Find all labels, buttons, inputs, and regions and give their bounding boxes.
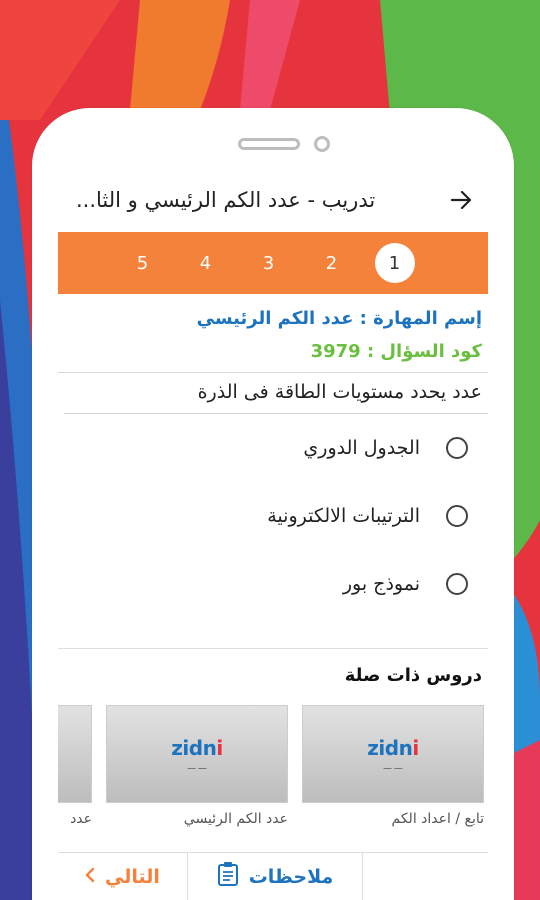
next-label: التالي [105,865,160,888]
zidni-logo: zidni [171,736,223,760]
zidni-logo: zidni [367,736,419,760]
step-5[interactable]: 5 [111,253,174,274]
question-code: كود السؤال : 3979 [310,341,482,362]
question-text: عدد يحدد مستويات الطاقة فى الذرة [64,373,488,414]
lesson-card[interactable]: zidni ـــ ـــ عدد الكم الرئيسي [106,705,288,827]
radio-button[interactable] [446,573,468,595]
lesson-title: عدد [70,811,92,827]
arrow-right-icon[interactable] [448,187,474,213]
logo-sub: ـــ ـــ [187,762,207,772]
clipboard-icon [217,861,239,892]
related-lessons: دروس ذات صلة zidni ـــ ـــ تابع / اعداد … [58,648,488,848]
page-title: تدريب - عدد الكم الرئيسي و الثا... [76,188,376,212]
lesson-thumbnail[interactable]: zidni ـــ ـــ [106,705,288,803]
step-4[interactable]: 4 [174,253,237,274]
related-title: دروس ذات صلة [344,665,482,686]
related-cards: zidni ـــ ـــ تابع / اعداد الكم zidni ــ… [58,705,484,827]
lesson-card[interactable]: zidni ـــ ـــ تابع / اعداد الكم [302,705,484,827]
option-label: الجدول الدوري [303,437,420,459]
answer-option[interactable]: الترتيبات الالكترونية [58,482,488,550]
notes-button[interactable]: ملاحظات [188,853,363,900]
lesson-thumbnail[interactable]: zidni ـــ ـــ [302,705,484,803]
phone-speaker [238,138,300,150]
notes-label: ملاحظات [248,865,334,888]
bottom-bar: التالي ملاحظات [58,852,488,900]
app-bar: تدريب - عدد الكم الرئيسي و الثا... [58,168,488,232]
app-screen: تدريب - عدد الكم الرئيسي و الثا... 5 4 3… [58,168,488,900]
next-button[interactable]: التالي [58,853,188,900]
logo-sub: ـــ ـــ [383,762,403,772]
chevron-left-icon [85,866,95,888]
option-label: نموذج بور [342,573,420,595]
question-stepper: 5 4 3 2 1 [58,232,488,294]
radio-button[interactable] [446,505,468,527]
step-2[interactable]: 2 [300,253,363,274]
bottom-bar-spacer [363,853,488,900]
lesson-card[interactable]: عدد [58,705,92,827]
answer-option[interactable]: نموذج بور [58,550,488,618]
step-3[interactable]: 3 [237,253,300,274]
step-1-active[interactable]: 1 [363,243,426,283]
skill-name: إسم المهارة : عدد الكم الرئيسي [196,308,482,329]
answer-option[interactable]: الجدول الدوري [58,414,488,482]
lesson-thumbnail[interactable] [58,705,92,803]
lesson-title: تابع / اعداد الكم [391,811,485,827]
option-label: الترتيبات الالكترونية [267,505,420,527]
phone-camera [314,136,330,152]
lesson-title: عدد الكم الرئيسي [183,811,288,827]
radio-button[interactable] [446,437,468,459]
